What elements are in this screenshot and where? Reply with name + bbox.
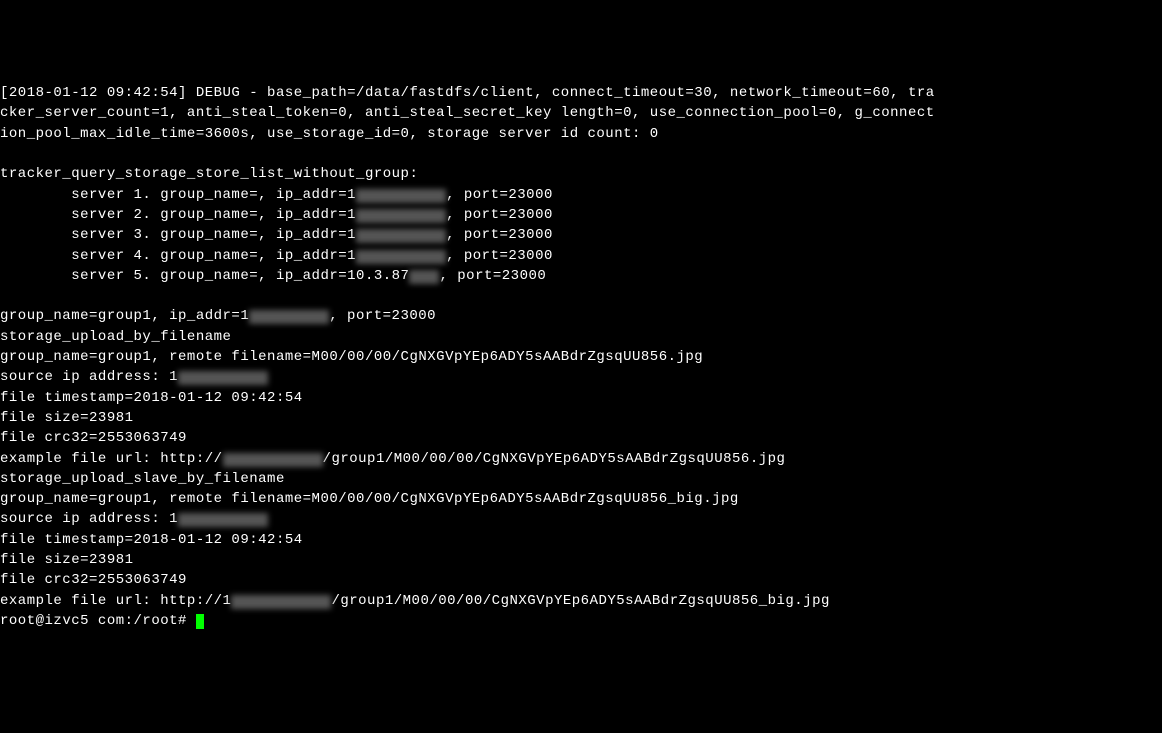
terminal-output[interactable]: [2018-01-12 09:42:54] DEBUG - base_path=… xyxy=(0,83,1162,631)
server-entry: server 5. group_name=, ip_addr=10.3.87 , … xyxy=(0,266,1162,286)
remote-filename-big: group_name=group1, remote filename=M00/0… xyxy=(0,489,1162,509)
upload-slave: storage_upload_slave_by_filename xyxy=(0,469,1162,489)
source-ip: source ip address: 1 xyxy=(0,509,1162,529)
tracker-header: tracker_query_storage_store_list_without… xyxy=(0,164,1162,184)
file-timestamp: file timestamp=2018-01-12 09:42:54 xyxy=(0,530,1162,550)
file-crc32: file crc32=2553063749 xyxy=(0,428,1162,448)
example-url-big: example file url: http://1/group1/M00/00… xyxy=(0,591,1162,611)
debug-line: [2018-01-12 09:42:54] DEBUG - base_path=… xyxy=(0,83,1162,103)
group-line: group_name=group1, ip_addr=1 , port=23000 xyxy=(0,306,1162,326)
remote-filename: group_name=group1, remote filename=M00/0… xyxy=(0,347,1162,367)
text: , port=23000 xyxy=(439,268,546,284)
upload-filename: storage_upload_by_filename xyxy=(0,327,1162,347)
redacted-ip xyxy=(356,229,446,243)
redacted-ip xyxy=(249,310,329,324)
file-size: file size=23981 xyxy=(0,408,1162,428)
source-ip: source ip address: 1 xyxy=(0,367,1162,387)
redacted-ip xyxy=(178,513,268,527)
text: server 1. group_name=, ip_addr=1 xyxy=(0,187,356,203)
text: , port=23000 xyxy=(446,207,553,223)
prompt-host: izvc5 com:/root# xyxy=(45,613,196,629)
redacted-ip xyxy=(178,371,268,385)
server-entry: server 4. group_name=, ip_addr=1 , port=2… xyxy=(0,246,1162,266)
text: example file url: http:// xyxy=(0,451,223,467)
debug-line: ion_pool_max_idle_time=3600s, use_storag… xyxy=(0,124,1162,144)
text: , port=23000 xyxy=(446,187,553,203)
cursor-icon xyxy=(196,614,204,629)
text: source ip address: 1 xyxy=(0,369,178,385)
blank-line xyxy=(0,286,1162,306)
text: /group1/M00/00/00/CgNXGVpYEp6ADY5sAABdrZ… xyxy=(331,593,829,609)
text: server 4. group_name=, ip_addr=1 xyxy=(0,248,356,264)
prompt-user: root@ xyxy=(0,613,45,629)
text: server 2. group_name=, ip_addr=1 xyxy=(0,207,356,223)
text: /group1/M00/00/00/CgNXGVpYEp6ADY5sAABdrZ… xyxy=(323,451,786,467)
text: , port=23000 xyxy=(329,308,436,324)
text: source ip address: 1 xyxy=(0,511,178,527)
redacted-ip xyxy=(356,209,446,223)
file-size: file size=23981 xyxy=(0,550,1162,570)
server-entry: server 3. group_name=, ip_addr=1 , port=2… xyxy=(0,225,1162,245)
text: , port=23000 xyxy=(446,227,553,243)
redacted-host xyxy=(223,453,323,467)
text: example file url: http://1 xyxy=(0,593,231,609)
text: group_name=group1, ip_addr=1 xyxy=(0,308,249,324)
redacted-ip xyxy=(356,189,446,203)
server-entry: server 2. group_name=, ip_addr=1 , port=2… xyxy=(0,205,1162,225)
text: , port=23000 xyxy=(446,248,553,264)
blank-line xyxy=(0,144,1162,164)
redacted-ip xyxy=(409,270,439,284)
redacted-ip xyxy=(356,250,446,264)
prompt-line[interactable]: root@izvc5 com:/root# xyxy=(0,611,1162,631)
debug-line: cker_server_count=1, anti_steal_token=0,… xyxy=(0,103,1162,123)
redacted-host xyxy=(231,595,331,609)
server-entry: server 1. group_name=, ip_addr=1 , port=2… xyxy=(0,185,1162,205)
file-timestamp: file timestamp=2018-01-12 09:42:54 xyxy=(0,388,1162,408)
example-url: example file url: http:// /group1/M00/00/… xyxy=(0,449,1162,469)
text: server 3. group_name=, ip_addr=1 xyxy=(0,227,356,243)
file-crc32: file crc32=2553063749 xyxy=(0,570,1162,590)
text: server 5. group_name=, ip_addr=10.3.87 xyxy=(0,268,409,284)
